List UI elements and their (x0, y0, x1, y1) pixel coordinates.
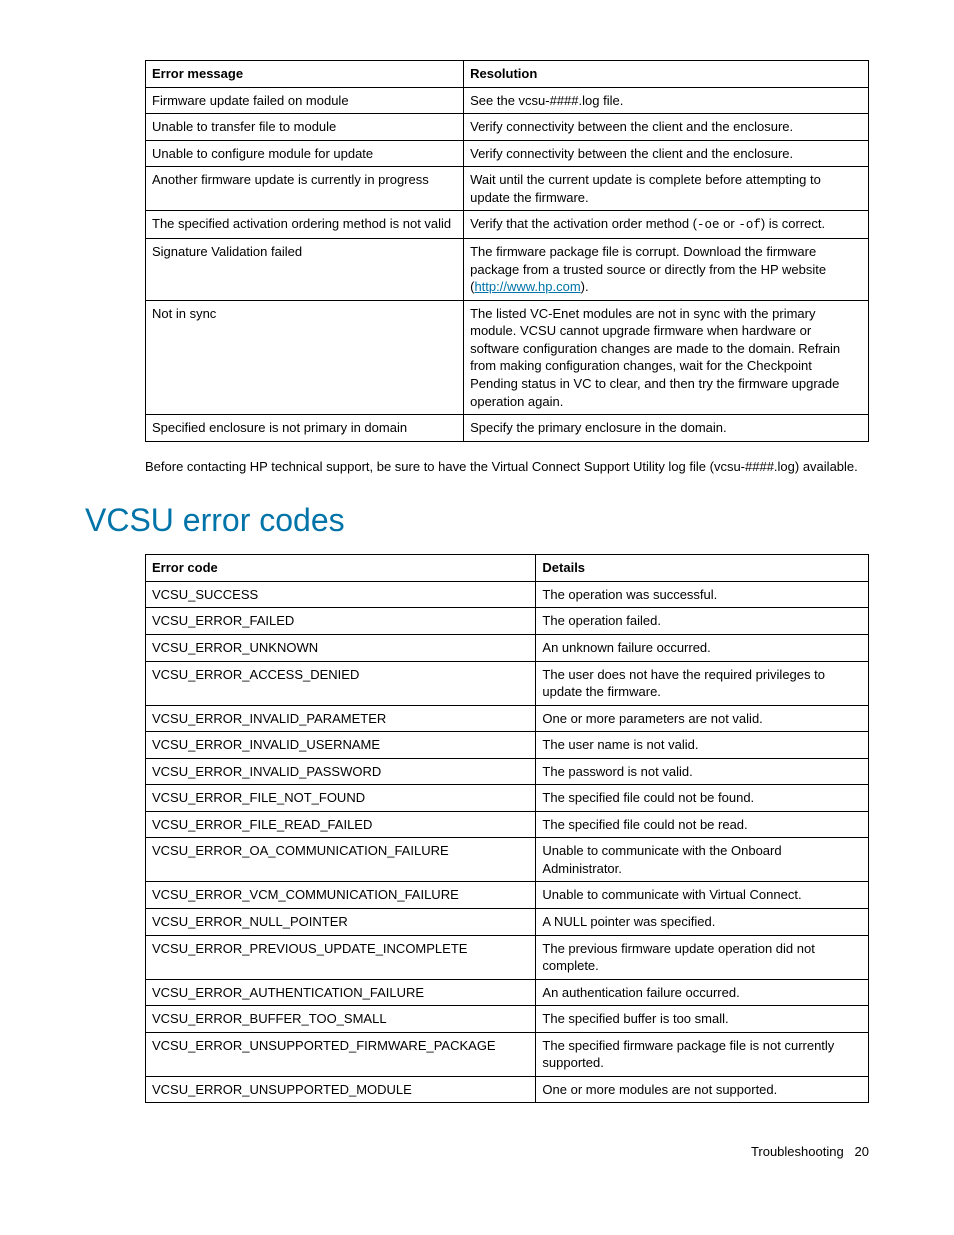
error-message-cell: Unable to configure module for update (146, 140, 464, 167)
error-code-cell: VCSU_ERROR_UNSUPPORTED_MODULE (146, 1076, 536, 1103)
table-row: Not in sync The listed VC-Enet modules a… (146, 300, 869, 414)
error-code-cell: VCSU_ERROR_BUFFER_TOO_SMALL (146, 1006, 536, 1033)
resolution-cell: Verify that the activation order method … (464, 211, 869, 239)
details-cell: An unknown failure occurred. (536, 635, 869, 662)
table-header: Details (536, 555, 869, 582)
resolution-cell: The listed VC-Enet modules are not in sy… (464, 300, 869, 414)
table-row: Unable to transfer file to module Verify… (146, 114, 869, 141)
table-row: VCSU_ERROR_FILE_READ_FAILEDThe specified… (146, 811, 869, 838)
error-message-cell: Signature Validation failed (146, 239, 464, 301)
table-row: Another firmware update is currently in … (146, 167, 869, 211)
table-header: Error code (146, 555, 536, 582)
table-row: VCSU_ERROR_UNSUPPORTED_MODULEOne or more… (146, 1076, 869, 1103)
resolution-cell: See the vcsu-####.log file. (464, 87, 869, 114)
error-message-cell: Unable to transfer file to module (146, 114, 464, 141)
table-row: VCSU_SUCCESSThe operation was successful… (146, 581, 869, 608)
table-row: VCSU_ERROR_AUTHENTICATION_FAILUREAn auth… (146, 979, 869, 1006)
table-row: Specified enclosure is not primary in do… (146, 415, 869, 442)
hp-website-link[interactable]: http://www.hp.com (474, 279, 580, 294)
table-row: VCSU_ERROR_FILE_NOT_FOUNDThe specified f… (146, 785, 869, 812)
details-cell: The previous firmware update operation d… (536, 935, 869, 979)
table-row: VCSU_ERROR_UNKNOWNAn unknown failure occ… (146, 635, 869, 662)
error-code-cell: VCSU_ERROR_ACCESS_DENIED (146, 661, 536, 705)
table-row: VCSU_ERROR_NULL_POINTERA NULL pointer wa… (146, 909, 869, 936)
error-code-cell: VCSU_ERROR_OA_COMMUNICATION_FAILURE (146, 838, 536, 882)
support-note: Before contacting HP technical support, … (145, 458, 869, 476)
table-row: Unable to configure module for update Ve… (146, 140, 869, 167)
error-code-cell: VCSU_ERROR_NULL_POINTER (146, 909, 536, 936)
resolution-cell: The firmware package file is corrupt. Do… (464, 239, 869, 301)
error-code-cell: VCSU_ERROR_UNSUPPORTED_FIRMWARE_PACKAGE (146, 1032, 536, 1076)
footer-page-number: 20 (855, 1144, 869, 1159)
section-heading: VCSU error codes (85, 499, 869, 542)
table-row: Firmware update failed on module See the… (146, 87, 869, 114)
error-code-cell: VCSU_ERROR_PREVIOUS_UPDATE_INCOMPLETE (146, 935, 536, 979)
resolution-cell: Wait until the current update is complet… (464, 167, 869, 211)
error-message-table: Error message Resolution Firmware update… (145, 60, 869, 442)
table-row: Signature Validation failed The firmware… (146, 239, 869, 301)
error-code-cell: VCSU_ERROR_FAILED (146, 608, 536, 635)
table-row: VCSU_ERROR_PREVIOUS_UPDATE_INCOMPLETEThe… (146, 935, 869, 979)
table-row: VCSU_ERROR_ACCESS_DENIEDThe user does no… (146, 661, 869, 705)
error-code-cell: VCSU_ERROR_FILE_READ_FAILED (146, 811, 536, 838)
error-message-cell: Specified enclosure is not primary in do… (146, 415, 464, 442)
details-cell: An authentication failure occurred. (536, 979, 869, 1006)
error-code-cell: VCSU_ERROR_VCM_COMMUNICATION_FAILURE (146, 882, 536, 909)
error-code-cell: VCSU_ERROR_INVALID_PARAMETER (146, 705, 536, 732)
error-code-cell: VCSU_ERROR_UNKNOWN (146, 635, 536, 662)
resolution-cell: Verify connectivity between the client a… (464, 140, 869, 167)
details-cell: The specified firmware package file is n… (536, 1032, 869, 1076)
details-cell: One or more parameters are not valid. (536, 705, 869, 732)
table-row: VCSU_ERROR_INVALID_PASSWORDThe password … (146, 758, 869, 785)
details-cell: The operation was successful. (536, 581, 869, 608)
table-row: VCSU_ERROR_UNSUPPORTED_FIRMWARE_PACKAGET… (146, 1032, 869, 1076)
details-cell: The specified buffer is too small. (536, 1006, 869, 1033)
table-row: VCSU_ERROR_FAILEDThe operation failed. (146, 608, 869, 635)
error-message-cell: Another firmware update is currently in … (146, 167, 464, 211)
page-footer: Troubleshooting 20 (85, 1143, 869, 1161)
table-row: VCSU_ERROR_INVALID_USERNAMEThe user name… (146, 732, 869, 759)
error-code-cell: VCSU_ERROR_FILE_NOT_FOUND (146, 785, 536, 812)
details-cell: Unable to communicate with the Onboard A… (536, 838, 869, 882)
details-cell: One or more modules are not supported. (536, 1076, 869, 1103)
error-code-table: Error code Details VCSU_SUCCESSThe opera… (145, 554, 869, 1103)
error-message-cell: Not in sync (146, 300, 464, 414)
error-message-cell: Firmware update failed on module (146, 87, 464, 114)
error-code-cell: VCSU_ERROR_INVALID_USERNAME (146, 732, 536, 759)
table-header: Error message (146, 61, 464, 88)
table-row: VCSU_ERROR_VCM_COMMUNICATION_FAILUREUnab… (146, 882, 869, 909)
error-code-cell: VCSU_ERROR_AUTHENTICATION_FAILURE (146, 979, 536, 1006)
details-cell: The specified file could not be read. (536, 811, 869, 838)
table-row: VCSU_ERROR_OA_COMMUNICATION_FAILUREUnabl… (146, 838, 869, 882)
details-cell: The user name is not valid. (536, 732, 869, 759)
error-code-cell: VCSU_SUCCESS (146, 581, 536, 608)
details-cell: The specified file could not be found. (536, 785, 869, 812)
details-cell: A NULL pointer was specified. (536, 909, 869, 936)
resolution-cell: Specify the primary enclosure in the dom… (464, 415, 869, 442)
details-cell: The user does not have the required priv… (536, 661, 869, 705)
table-row: The specified activation ordering method… (146, 211, 869, 239)
table-header: Resolution (464, 61, 869, 88)
details-cell: Unable to communicate with Virtual Conne… (536, 882, 869, 909)
error-code-cell: VCSU_ERROR_INVALID_PASSWORD (146, 758, 536, 785)
details-cell: The operation failed. (536, 608, 869, 635)
footer-section: Troubleshooting (751, 1144, 844, 1159)
details-cell: The password is not valid. (536, 758, 869, 785)
resolution-cell: Verify connectivity between the client a… (464, 114, 869, 141)
table-row: VCSU_ERROR_BUFFER_TOO_SMALLThe specified… (146, 1006, 869, 1033)
table-row: VCSU_ERROR_INVALID_PARAMETEROne or more … (146, 705, 869, 732)
error-message-cell: The specified activation ordering method… (146, 211, 464, 239)
